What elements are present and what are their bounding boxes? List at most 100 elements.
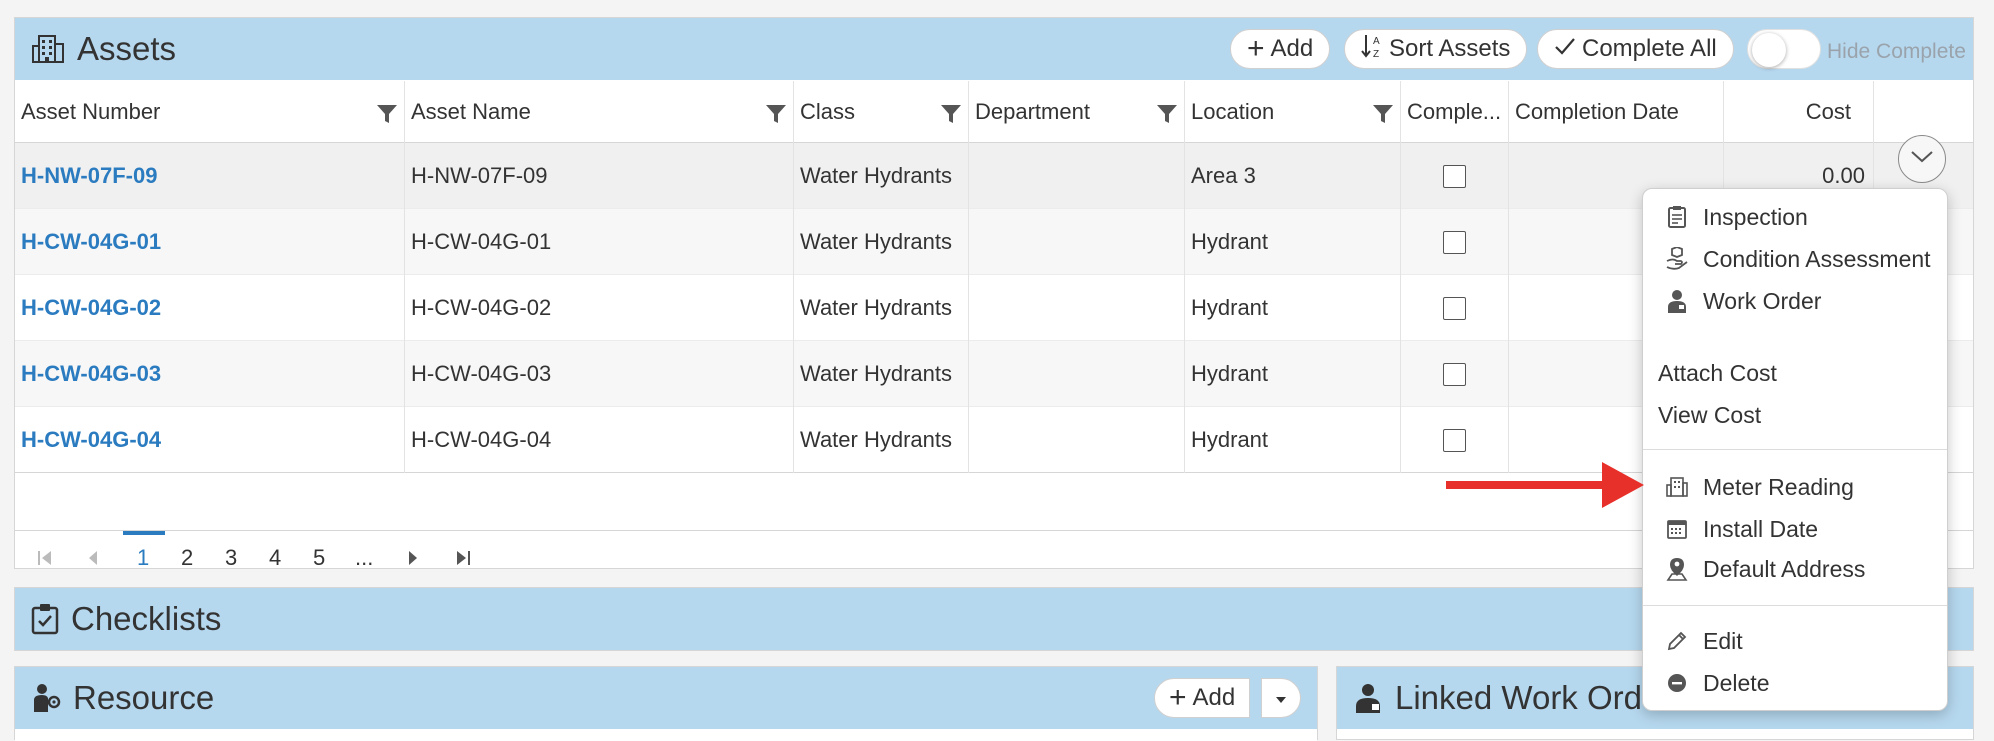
asset-name-cell: H-NW-07F-09 [405,143,794,209]
complete-checkbox[interactable] [1443,230,1466,254]
chevron-down-icon [1910,150,1934,169]
checklists-title: Checklists [71,600,222,637]
page-ellipsis[interactable]: ... [355,545,373,571]
linked-work-orders-title: Linked Work Orde [1395,679,1661,716]
class-cell: Water Hydrants [794,275,969,341]
menu-item-view-cost[interactable]: View Cost [1643,395,1947,435]
building-icon [31,34,65,64]
filter-icon[interactable] [376,103,398,131]
next-page-icon[interactable] [407,547,419,573]
menu-separator [1643,605,1947,606]
worker-icon [1353,682,1383,714]
row-actions-menu: Inspection Condition Assessment Work Ord… [1642,188,1948,711]
complete-checkbox[interactable] [1443,296,1466,320]
last-page-icon[interactable] [455,547,471,573]
location-cell: Hydrant [1185,209,1401,275]
menu-item-meter-reading[interactable]: Meter Reading [1643,467,1947,507]
current-page-indicator [123,531,165,535]
menu-item-label: Work Order [1703,287,1822,314]
col-cost[interactable]: Cost [1724,81,1874,143]
page-2[interactable]: 2 [181,545,193,571]
menu-item-delete[interactable]: Delete [1643,663,1947,703]
add-resource-dropdown[interactable] [1261,678,1301,718]
complete-cell [1401,275,1509,341]
col-completion-date[interactable]: Completion Date [1509,81,1724,143]
asset-number-link[interactable]: H-CW-04G-04 [15,407,405,473]
complete-cell [1401,143,1509,209]
svg-text:A: A [1373,36,1380,47]
location-cell: Hydrant [1185,407,1401,473]
annotation-arrow-icon [1446,462,1644,508]
class-cell: Water Hydrants [794,209,969,275]
row-actions-button[interactable] [1898,135,1946,183]
menu-item-inspection[interactable]: Inspection [1643,197,1947,237]
department-cell [969,407,1185,473]
complete-all-label: Complete All [1582,35,1717,62]
page-1[interactable]: 1 [137,545,149,571]
location-cell: Area 3 [1185,143,1401,209]
page-5[interactable]: 5 [313,545,325,571]
page-4[interactable]: 4 [269,545,281,571]
menu-item-label: Inspection [1703,203,1808,230]
asset-number-link[interactable]: H-CW-04G-03 [15,341,405,407]
complete-checkbox[interactable] [1443,362,1466,386]
hand-box-icon [1663,247,1691,271]
complete-checkbox[interactable] [1443,428,1466,452]
col-complete[interactable]: Comple... [1401,81,1509,143]
complete-checkbox[interactable] [1443,164,1466,188]
asset-name-cell: H-CW-04G-02 [405,275,794,341]
complete-all-button[interactable]: Complete All [1537,29,1734,69]
sort-assets-button[interactable]: AZ Sort Assets [1344,29,1528,69]
menu-item-work-order[interactable]: Work Order [1643,281,1947,321]
sort-az-icon: AZ [1361,33,1383,66]
hide-complete-toggle[interactable] [1747,29,1821,69]
clipboard-check-icon [31,603,59,635]
filter-icon[interactable] [1372,103,1394,131]
menu-item-attach-cost[interactable]: Attach Cost [1643,353,1947,393]
plus-icon: + [1247,32,1265,65]
menu-item-default-address[interactable]: Default Address [1643,549,1947,589]
clipboard-icon [1663,205,1691,229]
menu-item-label: Delete [1703,669,1770,696]
toggle-knob [1752,33,1786,67]
asset-number-link[interactable]: H-CW-04G-02 [15,275,405,341]
department-cell [969,275,1185,341]
asset-number-link[interactable]: H-NW-07F-09 [15,143,405,209]
check-icon [1554,35,1576,63]
col-location[interactable]: Location [1185,81,1401,143]
resource-header: Resource + Add [15,667,1317,729]
col-asset-name[interactable]: Asset Name [405,81,794,143]
menu-item-edit[interactable]: Edit [1643,621,1947,661]
prev-page-icon[interactable] [87,547,99,573]
filter-icon[interactable] [1156,103,1178,131]
col-class[interactable]: Class [794,81,969,143]
menu-separator [1643,449,1947,450]
department-cell [969,341,1185,407]
location-cell: Hydrant [1185,275,1401,341]
add-asset-button[interactable]: + Add [1230,29,1331,69]
asset-number-link[interactable]: H-CW-04G-01 [15,209,405,275]
complete-cell [1401,209,1509,275]
col-department[interactable]: Department [969,81,1185,143]
filter-icon[interactable] [765,103,787,131]
asset-name-cell: H-CW-04G-03 [405,341,794,407]
svg-text:Z: Z [1373,49,1379,59]
resource-grid-header [15,729,1317,741]
add-resource-button[interactable]: + Add [1154,678,1251,718]
menu-item-label: Condition Assessment [1703,245,1931,272]
assets-title: Assets [77,30,177,67]
page-3[interactable]: 3 [225,545,237,571]
plus-icon: + [1169,681,1187,714]
add-resource-label: Add [1192,684,1236,711]
caret-down-icon [1274,684,1288,712]
first-page-icon[interactable] [37,547,53,573]
menu-item-install-date[interactable]: Install Date [1643,509,1947,549]
col-asset-number[interactable]: Asset Number [15,81,405,143]
class-cell: Water Hydrants [794,143,969,209]
filter-icon[interactable] [940,103,962,131]
asset-name-cell: H-CW-04G-04 [405,407,794,473]
class-cell: Water Hydrants [794,341,969,407]
menu-item-label: View Cost [1658,401,1762,428]
menu-item-label: Default Address [1703,555,1866,582]
menu-item-condition-assessment[interactable]: Condition Assessment [1643,239,1947,279]
